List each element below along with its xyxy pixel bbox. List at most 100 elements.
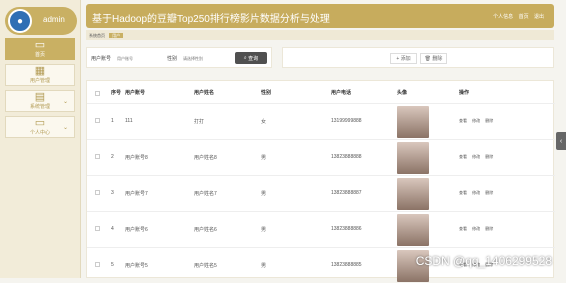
row-checkbox[interactable] xyxy=(95,118,100,123)
cell-phone: 13199999888 xyxy=(331,118,362,124)
account-search-input[interactable] xyxy=(117,53,161,63)
plus-icon: + xyxy=(396,56,399,62)
avatar-photo xyxy=(397,178,429,210)
cell-phone: 13823888887 xyxy=(331,190,362,196)
column-header: 用户账号 xyxy=(125,89,145,96)
brand-block: ● admin xyxy=(5,7,77,35)
delete-link[interactable]: 删除 xyxy=(485,190,493,195)
view-link[interactable]: 查看 xyxy=(459,118,467,123)
row-checkbox[interactable] xyxy=(95,190,100,195)
add-button[interactable]: + 添加 xyxy=(390,53,417,64)
row-actions: 查看 修改 删除 xyxy=(459,226,497,232)
logout-link[interactable]: 退出 xyxy=(534,14,544,20)
sidebar-item-user-management[interactable]: ▦ 用户管理 xyxy=(5,64,75,86)
action-panel: + 添加 🗑 删除 xyxy=(282,47,554,68)
cell-name: 用户姓名5 xyxy=(194,262,217,269)
grid-icon: ▦ xyxy=(35,66,45,77)
table-row: 1 111 打打 女 13199999888 查看 修改 删除 xyxy=(87,103,555,139)
cell-gender: 男 xyxy=(261,154,266,161)
sidebar-item-label: 系统管理 xyxy=(30,103,50,110)
sidebar-item-label: 个人中心 xyxy=(30,129,50,136)
folder-icon: ▤ xyxy=(35,92,45,103)
view-link[interactable]: 查看 xyxy=(459,226,467,231)
header-links: 个人信息 首页 退出 xyxy=(489,13,544,20)
cell-account: 111 xyxy=(125,118,133,124)
avatar[interactable]: ● xyxy=(8,9,32,33)
delete-link[interactable]: 删除 xyxy=(485,226,493,231)
sidebar-item-label: 首页 xyxy=(35,51,45,58)
search-icon: ⌕ xyxy=(244,55,247,61)
row-checkbox[interactable] xyxy=(95,226,100,231)
home-link[interactable]: 首页 xyxy=(519,14,529,20)
delete-button[interactable]: 🗑 删除 xyxy=(420,53,447,64)
select-all-checkbox[interactable] xyxy=(95,91,100,96)
sidebar: ● admin ▭ 首页 ▦ 用户管理 ▤ 系统管理 ⌄ ▭ 个人中心 ⌄ xyxy=(0,0,81,278)
cell-no: 2 xyxy=(111,154,114,160)
breadcrumb: 系统首页 用户 xyxy=(86,30,554,40)
cell-gender: 男 xyxy=(261,190,266,197)
row-checkbox[interactable] xyxy=(95,262,100,267)
cell-gender: 男 xyxy=(261,226,266,233)
profile-link[interactable]: 个人信息 xyxy=(493,14,513,20)
cell-no: 1 xyxy=(111,118,114,124)
watermark: CSDN @qq_1406299528 xyxy=(416,254,552,268)
side-collapse-handle[interactable]: ‹ xyxy=(556,132,566,150)
cell-phone: 13823888886 xyxy=(331,226,362,232)
cell-account: 用户账号5 xyxy=(125,262,148,269)
table-row: 2 用户账号8 用户姓名8 男 13823888888 查看 修改 删除 xyxy=(87,139,555,175)
cell-no: 5 xyxy=(111,262,114,268)
breadcrumb-home[interactable]: 系统首页 xyxy=(89,33,105,38)
column-header: 性别 xyxy=(261,89,271,96)
cell-name: 用户姓名7 xyxy=(194,190,217,197)
cell-no: 3 xyxy=(111,190,114,196)
row-actions: 查看 修改 删除 xyxy=(459,190,497,196)
user-table: 序号 用户账号 用户姓名 性别 用户电话 头像 操作 1 111 打打 女 13… xyxy=(86,80,554,278)
sidebar-item-system[interactable]: ▤ 系统管理 ⌄ xyxy=(5,90,75,112)
account-label: 用户账号 xyxy=(91,55,111,62)
chevron-left-icon: ‹ xyxy=(560,138,562,145)
table-row: 4 用户账号6 用户姓名6 男 13823888886 查看 修改 删除 xyxy=(87,211,555,247)
avatar-photo xyxy=(397,142,429,174)
avatar-photo xyxy=(397,214,429,246)
sidebar-item-home[interactable]: ▭ 首页 xyxy=(5,38,75,60)
card-icon: ▭ xyxy=(35,118,45,129)
sidebar-item-label: 用户管理 xyxy=(30,77,50,84)
edit-link[interactable]: 修改 xyxy=(472,154,480,159)
edit-link[interactable]: 修改 xyxy=(472,226,480,231)
search-panel: 用户账号 性别 ⌕ 查询 xyxy=(86,47,272,68)
table-row: 3 用户账号7 用户姓名7 男 13823888887 查看 修改 删除 xyxy=(87,175,555,211)
username: admin xyxy=(43,15,65,24)
cell-gender: 女 xyxy=(261,118,266,125)
cell-account: 用户账号7 xyxy=(125,190,148,197)
row-actions: 查看 修改 删除 xyxy=(459,154,497,160)
edit-link[interactable]: 修改 xyxy=(472,118,480,123)
cell-name: 用户姓名6 xyxy=(194,226,217,233)
column-header: 头像 xyxy=(397,89,407,96)
cell-phone: 13823888885 xyxy=(331,262,362,268)
search-button-label: 查询 xyxy=(248,55,258,62)
cell-no: 4 xyxy=(111,226,114,232)
delete-link[interactable]: 删除 xyxy=(485,118,493,123)
page-header: 基于Hadoop的豆瓣Top250排行榜影片数据分析与处理 个人信息 首页 退出 xyxy=(86,4,554,28)
row-actions: 查看 修改 删除 xyxy=(459,118,497,124)
edit-link[interactable]: 修改 xyxy=(472,190,480,195)
breadcrumb-current[interactable]: 用户 xyxy=(109,33,123,38)
cell-account: 用户账号8 xyxy=(125,154,148,161)
delete-link[interactable]: 删除 xyxy=(485,154,493,159)
gender-select[interactable] xyxy=(183,53,231,63)
view-link[interactable]: 查看 xyxy=(459,190,467,195)
search-button[interactable]: ⌕ 查询 xyxy=(235,52,267,64)
view-link[interactable]: 查看 xyxy=(459,154,467,159)
column-header: 操作 xyxy=(459,89,469,96)
chat-icon: ▭ xyxy=(35,40,45,51)
gender-label: 性别 xyxy=(167,55,177,62)
avatar-photo xyxy=(397,106,429,138)
sidebar-item-profile[interactable]: ▭ 个人中心 ⌄ xyxy=(5,116,75,138)
column-header: 序号 xyxy=(111,89,121,96)
cell-name: 用户姓名8 xyxy=(194,154,217,161)
row-checkbox[interactable] xyxy=(95,154,100,159)
chevron-down-icon: ⌄ xyxy=(63,124,68,131)
cell-account: 用户账号6 xyxy=(125,226,148,233)
chevron-down-icon: ⌄ xyxy=(63,98,68,105)
column-header: 用户电话 xyxy=(331,89,351,96)
